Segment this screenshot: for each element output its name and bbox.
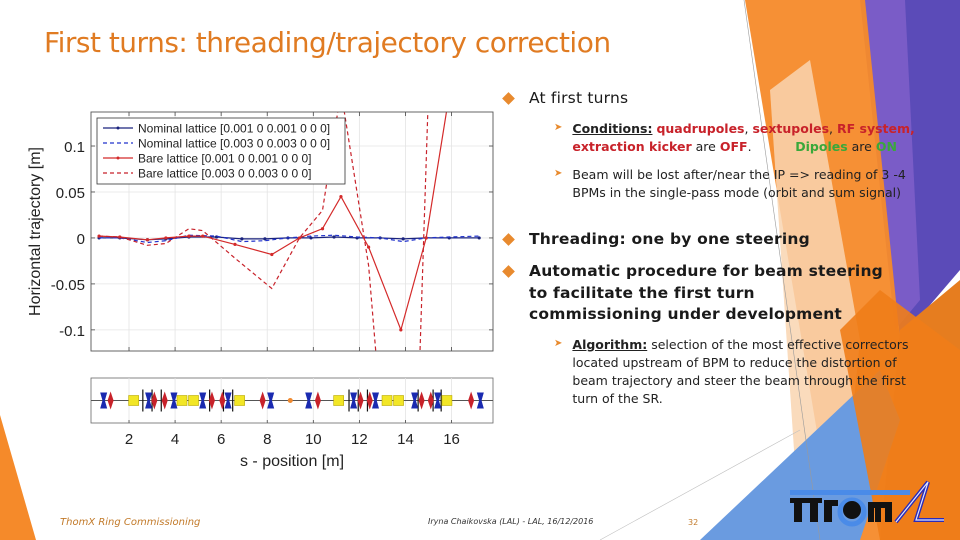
x-tick-label: 2 — [125, 431, 133, 448]
dipole-marker — [333, 395, 344, 406]
dipole-marker — [441, 395, 453, 406]
dipole-marker — [393, 395, 404, 406]
sub-bullet-beam-lost: ➤ Beam will be lost after/near the IP =>… — [554, 166, 924, 202]
diamond-bullet-icon — [502, 233, 515, 246]
ip-marker — [287, 398, 293, 403]
x-tick-label: 8 — [263, 431, 271, 448]
legend-marker — [116, 126, 120, 130]
data-point — [445, 108, 448, 111]
data-point — [164, 236, 168, 240]
sub-bullet-conditions: ➤ Conditions: quadrupoles, sextupoles, R… — [554, 120, 924, 156]
y-tick-label: -0.1 — [59, 323, 85, 340]
y-tick-label: 0.1 — [64, 139, 85, 156]
bullet-automatic: Automatic procedure for beam steering to… — [500, 261, 890, 326]
x-tick-label: 16 — [443, 431, 460, 448]
x-axis-label: s - position [m] — [240, 453, 344, 470]
on-word: ON — [875, 139, 897, 154]
data-point — [477, 236, 481, 240]
dipole-marker — [176, 395, 188, 406]
y-tick-label: -0.05 — [51, 277, 85, 294]
footer-author: Iryna Chaikovska (LAL) - LAL, 16/12/2016 — [428, 517, 594, 526]
green-item: Dipoles — [795, 139, 848, 154]
data-point — [201, 234, 205, 238]
data-point — [339, 194, 343, 199]
data-point — [240, 237, 244, 241]
logo-letter — [790, 498, 806, 503]
data-point — [424, 236, 428, 240]
data-point — [145, 238, 150, 242]
dipole-marker — [234, 395, 245, 406]
logo-x — [894, 480, 944, 524]
legend-entry: Bare lattice [0.003 0 0.003 0 0 0] — [138, 167, 311, 181]
data-point — [270, 252, 274, 257]
red-item: sextupoles — [752, 121, 830, 136]
diamond-bullet-icon — [502, 92, 515, 105]
arrow-bullet-icon: ➤ — [554, 122, 563, 133]
red-item: RF system, — [836, 121, 915, 136]
logo-m — [868, 502, 892, 522]
off-word: OFF — [719, 139, 748, 154]
data-point — [233, 242, 237, 246]
page-number: 32 — [688, 518, 699, 527]
footer-title: ThomX Ring Commissioning — [60, 517, 201, 528]
are-word: are — [695, 139, 716, 154]
x-tick-label: 10 — [305, 431, 322, 448]
x-tick-label: 6 — [217, 431, 225, 448]
logo-letter — [806, 498, 822, 503]
x-tick-label: 12 — [351, 431, 368, 448]
trajectory-plot: 0.1 0.05 0 -0.05 -0.1 Horizontal trajectory [… — [27, 108, 494, 352]
data-point — [320, 227, 325, 231]
logo-letter — [794, 500, 802, 522]
logo-bar — [790, 490, 910, 495]
legend-marker — [116, 156, 120, 160]
red-item: quadrupoles — [656, 121, 745, 136]
arrow-bullet-icon: ➤ — [554, 168, 563, 179]
red-item: extraction kicker — [572, 139, 692, 154]
bullet-text: At first turns — [529, 89, 629, 107]
logo-letter — [810, 500, 818, 522]
sub-bullet-algorithm: ➤ Algorithm: selection of the most effec… — [554, 336, 924, 408]
conditions-text: Conditions: quadrupoles, sextupoles, RF … — [572, 121, 915, 154]
y-tick-label: 0 — [77, 231, 85, 248]
dipole-marker — [381, 395, 393, 406]
dipole-marker — [188, 395, 199, 406]
data-point — [399, 328, 403, 332]
lattice-plot: 2 4 6 8 10 12 14 16 s - position [m] — [90, 377, 494, 470]
conditions-label: Conditions: — [572, 121, 653, 136]
dipole-marker — [128, 395, 139, 406]
data-point — [332, 235, 336, 239]
beam-lost-text: Beam will be lost after/near the IP => r… — [572, 167, 906, 200]
legend-entry: Nominal lattice [0.003 0 0.003 0 0 0] — [138, 137, 330, 151]
y-axis-label: Horizontal trajectory [m] — [27, 147, 44, 316]
bullet-text: Automatic procedure for beam steering to… — [529, 262, 883, 323]
y-tick-label: 0.05 — [56, 185, 85, 202]
bullet-first-turns: At first turns — [500, 88, 628, 110]
bullet-threading: Threading: one by one steering — [500, 229, 810, 251]
are-word: are — [851, 139, 872, 154]
diamond-bullet-icon — [502, 265, 515, 278]
algorithm-label: Algorithm: — [572, 337, 648, 352]
legend-entry: Bare lattice [0.001 0 0.001 0 0 0] — [138, 152, 311, 166]
thomx-logo — [790, 480, 944, 527]
arrow-bullet-icon: ➤ — [554, 338, 563, 349]
data-point — [187, 234, 191, 238]
algorithm-text: Algorithm: selection of the most effecti… — [572, 336, 924, 408]
bullet-text: Threading: one by one steering — [529, 230, 810, 248]
x-tick-label: 14 — [397, 431, 414, 448]
legend-entry: Nominal lattice [0.001 0 0.001 0 0 0] — [138, 122, 330, 136]
logo-letter — [824, 500, 838, 506]
data-point — [309, 236, 313, 240]
logo-o-inner — [843, 501, 861, 519]
data-point — [401, 237, 405, 241]
x-tick-label: 4 — [171, 431, 179, 448]
data-point — [366, 245, 371, 249]
